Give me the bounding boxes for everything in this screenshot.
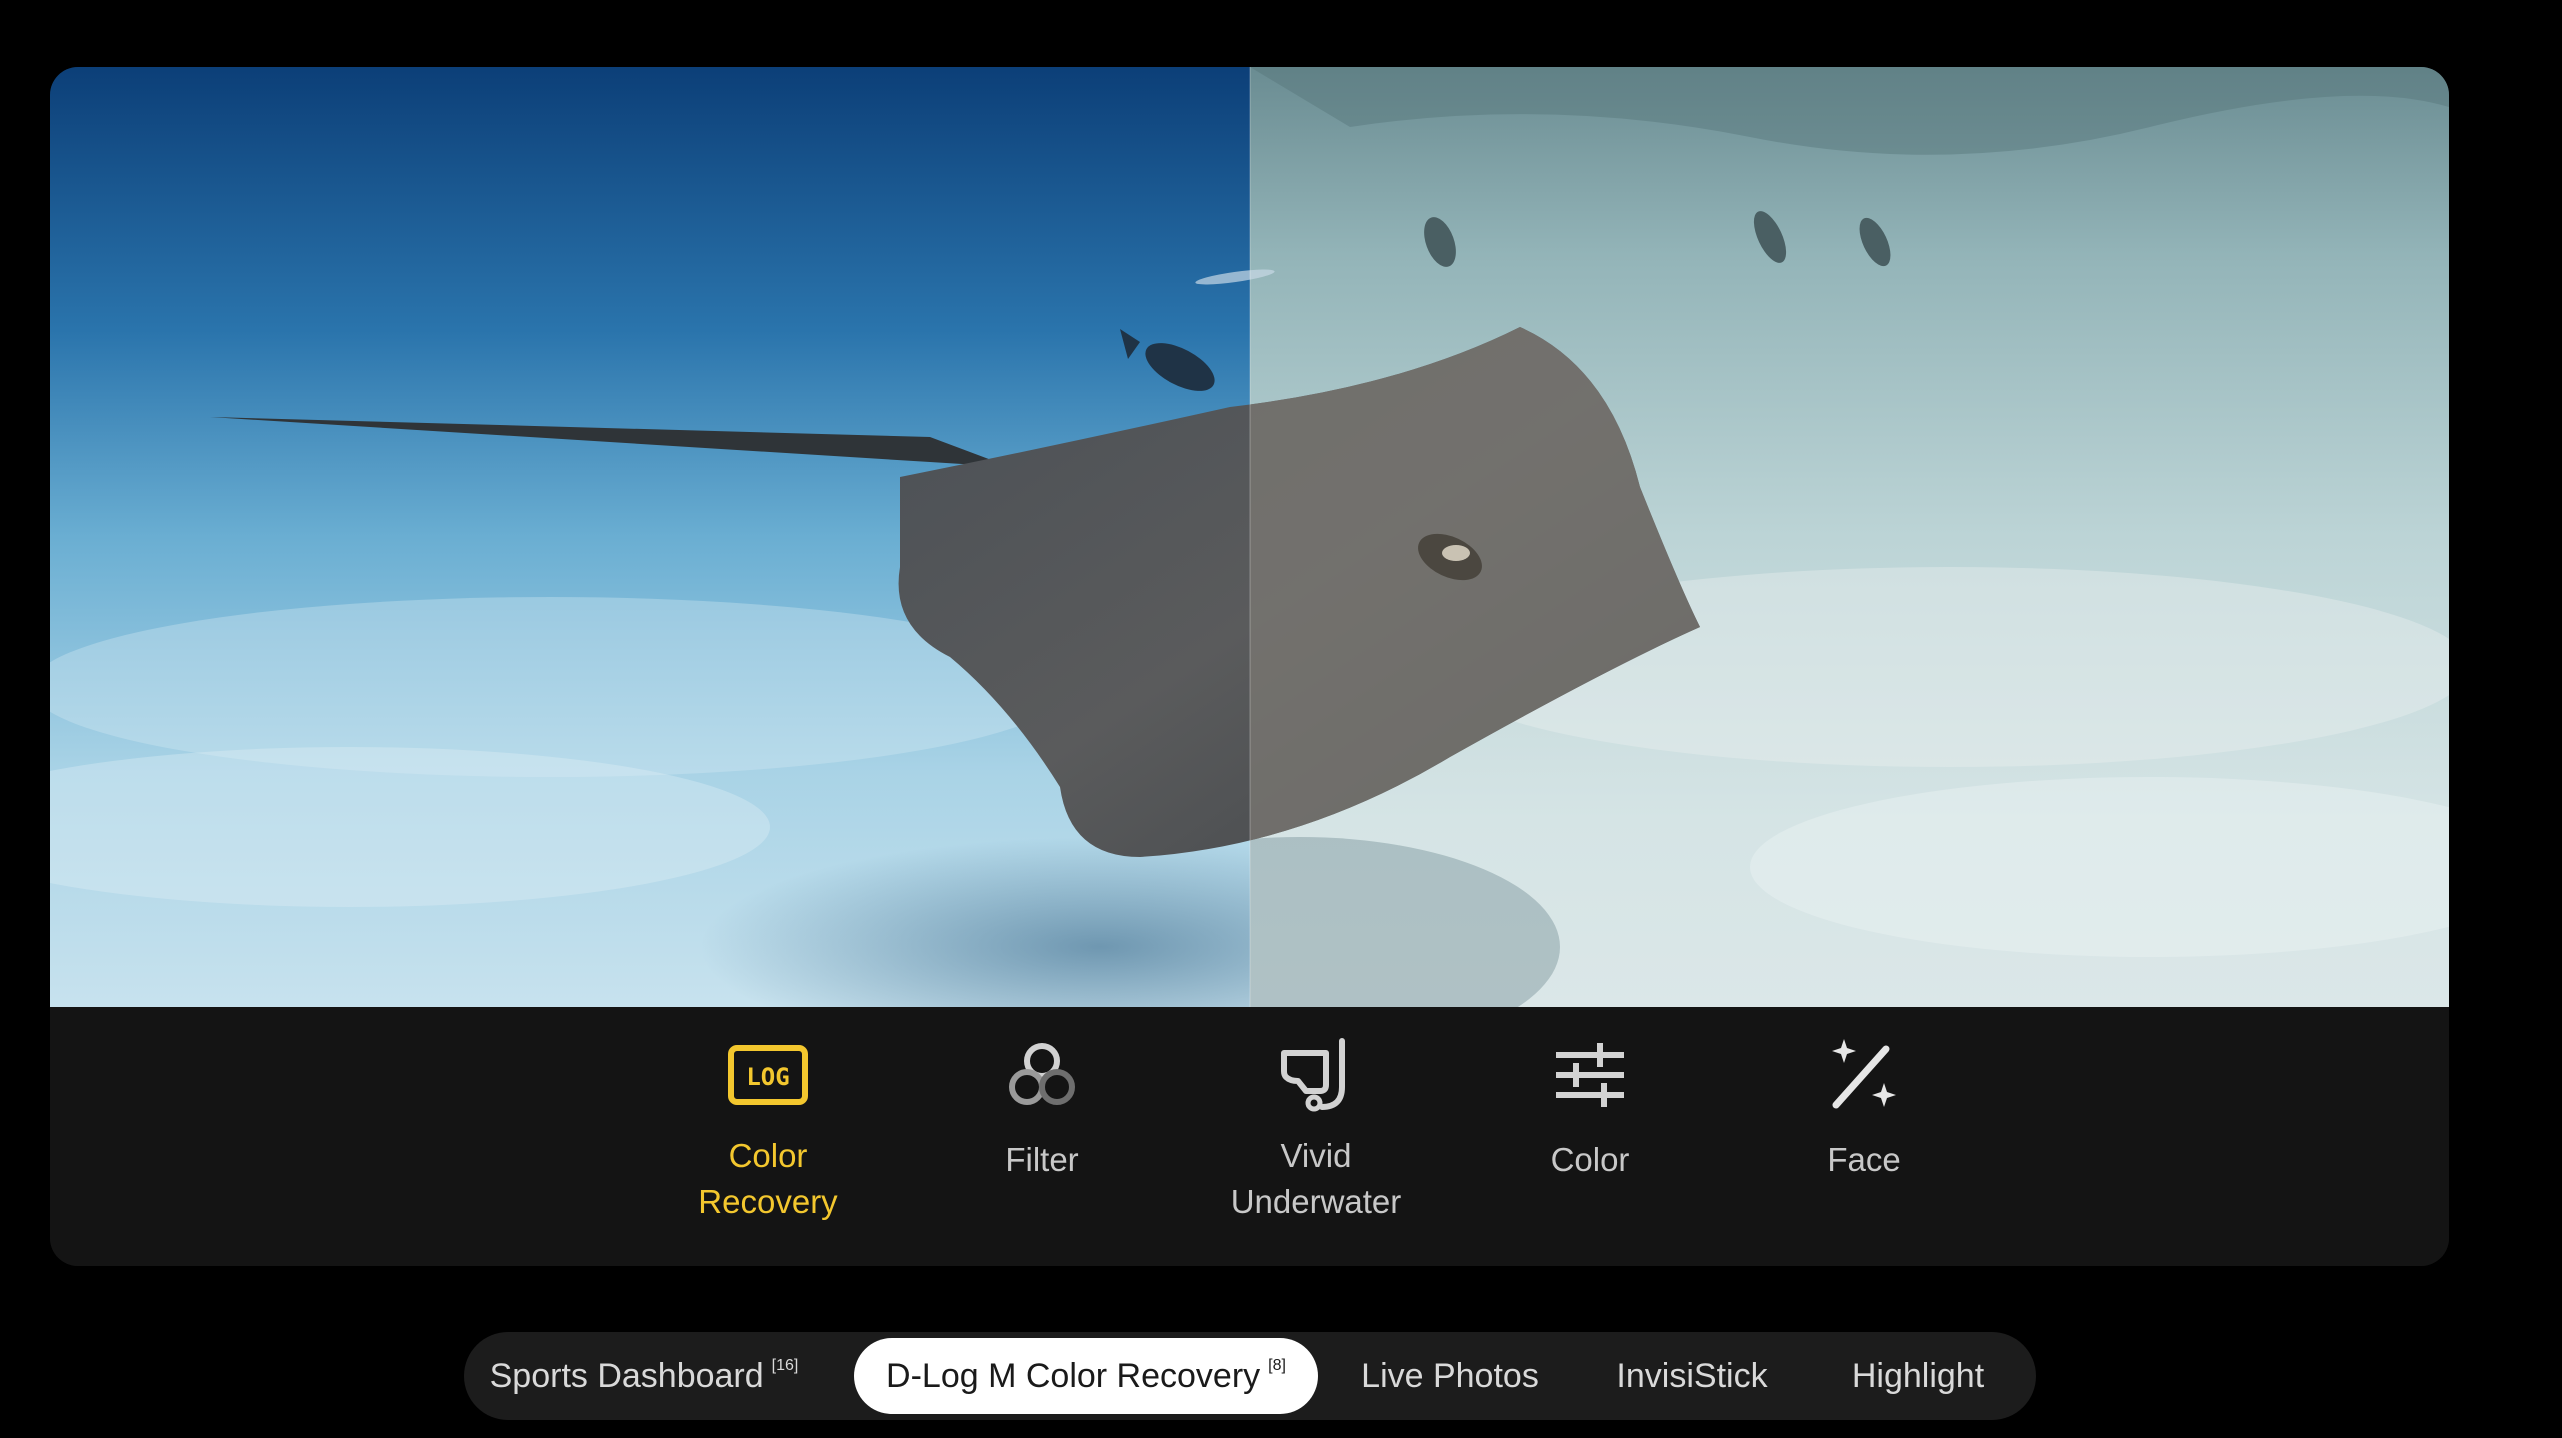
tab-note: [16] <box>771 1357 799 1374</box>
tool-label: Color Recovery <box>698 1137 838 1220</box>
tool-color[interactable]: Color <box>1470 1035 1710 1183</box>
tab-label: Highlight <box>1851 1356 1985 1395</box>
sliders-icon <box>1556 1043 1624 1107</box>
tab-label: InvisiStick <box>1616 1356 1768 1395</box>
edit-toolbar: LOG Color Recovery Filter Vivid Underwat… <box>50 1007 2449 1266</box>
log-icon: LOG <box>728 1045 808 1105</box>
magic-wand-sparkle-icon <box>1832 1039 1896 1109</box>
tool-face[interactable]: Face <box>1744 1035 1984 1183</box>
preview-card: LOG Color Recovery Filter Vivid Underwat… <box>50 67 2449 1266</box>
tab-label: Live Photos <box>1361 1356 1539 1395</box>
tool-label: Face <box>1827 1141 1901 1178</box>
tool-filter[interactable]: Filter <box>922 1035 1162 1183</box>
tab-highlight[interactable]: Highlight <box>1818 1338 2018 1414</box>
tool-color-recovery[interactable]: LOG Color Recovery <box>648 1035 888 1225</box>
tab-sports-dashboard[interactable]: Sports Dashboard [16] <box>476 1338 812 1414</box>
tool-vivid-underwater[interactable]: Vivid Underwater <box>1196 1035 1436 1225</box>
tab-label: D-Log M Color Recovery <box>886 1356 1261 1395</box>
feature-tab-bar: Sports Dashboard [16] D-Log M Color Recov… <box>464 1332 2036 1420</box>
underwater-mask-icon <box>1281 1038 1345 1112</box>
tool-label: Vivid Underwater <box>1230 1137 1402 1220</box>
tab-live-photos[interactable]: Live Photos <box>1334 1338 1566 1414</box>
svg-text:LOG: LOG <box>746 1063 789 1091</box>
comparison-photo <box>50 67 2449 1007</box>
tool-label: Filter <box>1005 1141 1079 1178</box>
filter-circles-icon <box>1009 1043 1075 1105</box>
tab-label: Sports Dashboard <box>489 1356 764 1395</box>
stingray-photo <box>50 67 2449 1007</box>
tool-label: Color <box>1550 1141 1630 1178</box>
tab-note: [8] <box>1268 1357 1286 1374</box>
tab-d-log-m-color-recovery[interactable]: D-Log M Color Recovery [8] <box>854 1338 1318 1414</box>
tab-invisistick[interactable]: InvisiStick <box>1582 1338 1802 1414</box>
